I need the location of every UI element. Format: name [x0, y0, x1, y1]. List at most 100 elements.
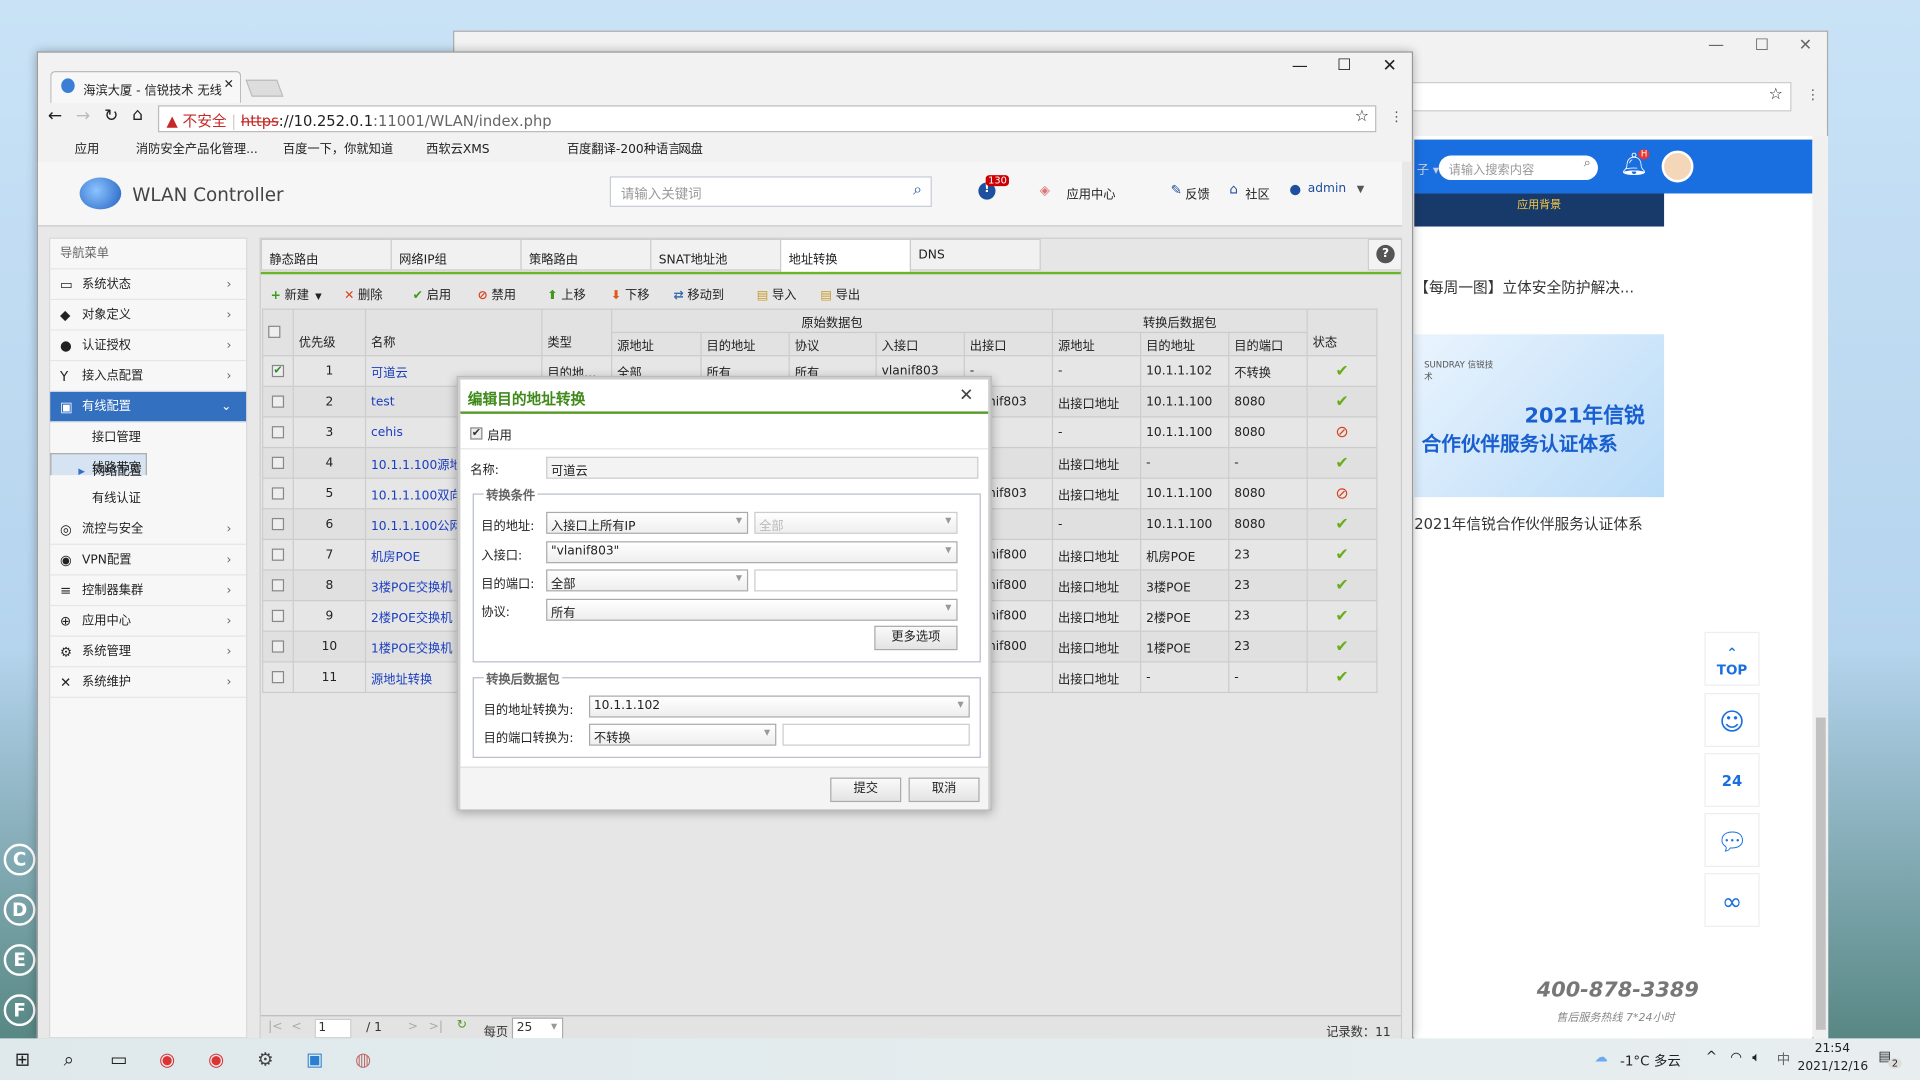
help-button[interactable]: ?	[1367, 238, 1403, 271]
site-search-input[interactable]: 请输入搜索内容 ⌕	[1438, 155, 1598, 181]
link-icon[interactable]: ∞	[1704, 873, 1760, 927]
row-checkbox[interactable]	[262, 630, 294, 663]
status-enabled-icon[interactable]: ✔	[1306, 355, 1378, 387]
app-center-link[interactable]: 应用中心	[1067, 184, 1116, 202]
to-port-input[interactable]	[782, 723, 970, 746]
last-page-icon[interactable]: >|	[429, 1020, 443, 1033]
toolbar-button[interactable]: ⇄ 移动到	[673, 284, 724, 302]
status-enabled-icon[interactable]: ✔	[1306, 569, 1378, 602]
robot-icon[interactable]: ☺	[1704, 693, 1760, 747]
column-header[interactable]: 源地址	[611, 331, 702, 357]
column-header[interactable]: 协议	[788, 331, 877, 357]
to-port-select[interactable]: 不转换	[588, 723, 777, 746]
bookmark-item[interactable]: 西软云XMS	[426, 138, 489, 156]
first-page-icon[interactable]: |<	[268, 1020, 282, 1033]
user-menu[interactable]: admin	[1308, 182, 1346, 195]
security-label[interactable]: 不安全	[183, 113, 227, 130]
status-enabled-icon[interactable]: ✔	[1306, 661, 1378, 694]
select-all-checkbox[interactable]	[262, 308, 294, 357]
protocol-select[interactable]: 所有	[546, 598, 958, 621]
drive-f-icon[interactable]: F	[3, 994, 36, 1027]
submit-button[interactable]: 提交	[830, 777, 902, 803]
chevron-up-icon[interactable]: ^	[1706, 1048, 1717, 1064]
per-page-select[interactable]: 25	[511, 1017, 564, 1040]
keyword-search-input[interactable]: 请输入关键词 ⌕	[609, 176, 932, 207]
status-enabled-icon[interactable]: ✔	[1306, 600, 1378, 632]
row-checkbox[interactable]	[262, 661, 294, 694]
forward-icon[interactable]: →	[76, 107, 90, 127]
status-disabled-icon[interactable]: ⊘	[1306, 477, 1378, 510]
cancel-button[interactable]: 取消	[908, 777, 980, 803]
reload-icon[interactable]: ↻	[104, 107, 118, 127]
bookmark-item[interactable]: 应用	[75, 138, 99, 156]
menu-icon[interactable]: ⋮	[1390, 109, 1403, 125]
sidebar-item[interactable]: ● 认证授权 ›	[50, 331, 247, 362]
feedback-link[interactable]: 反馈	[1185, 184, 1209, 202]
column-header[interactable]: 入接口	[875, 331, 965, 357]
scrollbar[interactable]	[1813, 135, 1829, 1040]
sidebar-item[interactable]: ✕ 系统维护 ›	[50, 667, 247, 698]
community-link[interactable]: 社区	[1245, 184, 1269, 202]
maximize-icon[interactable]: ☐	[1755, 37, 1769, 55]
chevron-down-icon[interactable]: ▼	[1357, 184, 1365, 195]
column-header[interactable]: 目的端口	[1228, 331, 1308, 357]
bookmark-item[interactable]: 百度翻译-200种语言...	[567, 138, 692, 156]
maximize-icon[interactable]: ☐	[1337, 56, 1351, 74]
bookmark-star-icon[interactable]: ☆	[1355, 108, 1369, 126]
task-view-icon[interactable]: ▭	[110, 1048, 127, 1070]
toolbar-button[interactable]: + 新建 ▼	[271, 284, 322, 302]
back-icon[interactable]: ←	[48, 107, 62, 127]
next-page-icon[interactable]: >	[408, 1020, 418, 1033]
status-enabled-icon[interactable]: ✔	[1306, 538, 1378, 571]
menu-icon[interactable]: ⋮	[1806, 87, 1819, 103]
sidebar-subitem[interactable]: 线路带宽	[50, 453, 246, 484]
status-disabled-icon[interactable]: ⊘	[1306, 416, 1378, 449]
browser-tab[interactable]: 海滨大厦 - 信锐技术 无线 ✕	[50, 71, 242, 103]
sidebar-item[interactable]: ⊕ 应用中心 ›	[50, 606, 247, 637]
weather-text[interactable]: -1°C 多云	[1620, 1051, 1681, 1071]
windows-start-icon[interactable]: ⊞	[15, 1048, 30, 1070]
banner-image[interactable]: 应用背景	[1414, 193, 1665, 227]
tab-close-icon[interactable]: ✕	[224, 78, 234, 91]
minimize-icon[interactable]: —	[1292, 58, 1308, 76]
name-field[interactable]: 可道云	[546, 456, 979, 479]
more-options-button[interactable]: 更多选项	[874, 625, 958, 651]
status-enabled-icon[interactable]: ✔	[1306, 446, 1378, 479]
back-to-top-button[interactable]: ⌃ TOP	[1704, 631, 1760, 686]
to-addr-select[interactable]: 10.1.1.102	[588, 695, 970, 718]
home-icon[interactable]: ⌂	[132, 105, 143, 125]
news-link[interactable]: 【每周一图】立体安全防护解决...	[1414, 277, 1634, 298]
row-checkbox[interactable]	[262, 416, 294, 449]
row-checkbox[interactable]	[262, 508, 294, 541]
volume-icon[interactable]: 🔈︎	[1752, 1049, 1760, 1066]
row-checkbox[interactable]	[262, 446, 294, 479]
ime-indicator[interactable]: 中	[1777, 1049, 1790, 1069]
row-checkbox[interactable]	[262, 477, 294, 510]
column-header[interactable]: 名称	[364, 308, 543, 357]
wechat-icon[interactable]: 💬︎	[1704, 813, 1760, 867]
row-checkbox[interactable]	[262, 569, 294, 602]
sidebar-item[interactable]: ▭ 系统状态 ›	[50, 269, 247, 301]
enabled-checkbox[interactable]: ✔	[470, 425, 483, 441]
sidebar-item[interactable]: ◎ 流控与安全 ›	[50, 514, 247, 545]
status-enabled-icon[interactable]: ✔	[1306, 508, 1378, 541]
row-checkbox[interactable]	[262, 600, 294, 632]
tab-4[interactable]: 地址转换	[780, 238, 912, 274]
column-header[interactable]: 目的地址	[700, 331, 790, 357]
sidebar-item[interactable]: ▣ 有线配置 ⌄	[50, 391, 247, 423]
avatar[interactable]	[1661, 150, 1694, 183]
tab-0[interactable]: 静态路由	[260, 238, 392, 271]
tab-3[interactable]: SNAT地址池	[650, 238, 782, 271]
wifi-icon[interactable]: ◠	[1730, 1049, 1742, 1065]
bookmark-item[interactable]: 消防安全产品化管理...	[136, 138, 258, 156]
sidebar-item[interactable]: ◆ 对象定义 ›	[50, 300, 247, 331]
chevron-down-icon[interactable]: ▼	[315, 291, 322, 301]
address-bar[interactable]: ☆	[1409, 82, 1792, 112]
toolbar-button[interactable]: ▤ 导出	[820, 284, 860, 302]
drive-c-icon[interactable]: C	[3, 843, 36, 876]
column-header[interactable]: 优先级	[292, 308, 367, 357]
control-panel-icon[interactable]: ▣	[306, 1048, 323, 1070]
row-checkbox[interactable]: ✔	[262, 355, 294, 387]
search-icon[interactable]: ⌕	[913, 181, 922, 199]
search-icon[interactable]: ⌕	[64, 1048, 74, 1070]
